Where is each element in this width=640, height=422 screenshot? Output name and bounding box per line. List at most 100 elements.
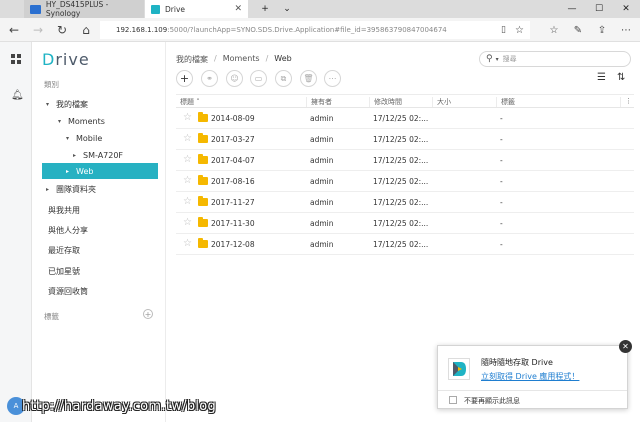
cell-owner: admin	[310, 177, 334, 186]
column-owner[interactable]: 擁有者	[306, 97, 332, 107]
share-icon[interactable]: ⇪	[594, 22, 610, 38]
folder-icon	[198, 154, 208, 164]
create-button[interactable]: +	[176, 70, 193, 87]
more-icon[interactable]: ⋯	[618, 22, 634, 38]
star-icon[interactable]: ☆	[183, 133, 192, 144]
folder-icon	[198, 217, 208, 227]
back-icon[interactable]: ←	[6, 22, 22, 38]
table-row[interactable]: ☆ 2017-08-16 admin 17/12/25 02:... -	[176, 171, 634, 192]
cell-title: 2017-03-27	[211, 135, 255, 144]
list-view-icon[interactable]: ☰	[597, 72, 606, 83]
sidebar-item-0[interactable]: ▾ 我的檔案	[42, 96, 158, 112]
table-row[interactable]: ☆ 2017-11-27 admin 17/12/25 02:... -	[176, 192, 634, 213]
get-app-link[interactable]: 立刻取得 Drive 應用程式！	[481, 371, 579, 382]
search-input[interactable]: ⚲ ▾ 搜尋	[479, 51, 631, 67]
reading-view-icon[interactable]: ▯	[501, 25, 506, 35]
breadcrumb-item[interactable]: Moments	[223, 54, 260, 65]
star-icon[interactable]: ☆	[183, 175, 192, 186]
notification-bell-icon[interactable]: 🔔︎	[11, 90, 24, 101]
cell-modified: 17/12/25 02:...	[373, 240, 429, 249]
sidebar-link-recycle-bin[interactable]: 資源回收筒	[48, 286, 88, 297]
drive-app-notification: ✕ 隨時隨地存取 Drive 立刻取得 Drive 應用程式！ 不要再顯示此訊息	[437, 340, 632, 409]
notes-icon[interactable]: ✎	[570, 22, 586, 38]
url-field[interactable]: 192.168.1.109:5000/?launchApp=SYNO.SDS.D…	[100, 21, 530, 39]
sidebar: Drive 類別 ▾ 我的檔案 ▾ Moments ▾ Mobile ▸ SM-A720F ▸ W…	[32, 42, 166, 422]
caret-right-icon[interactable]: ▸	[46, 186, 56, 193]
sidebar-link-starred[interactable]: 已加星號	[48, 266, 80, 277]
caret-down-icon[interactable]: ▾	[58, 118, 68, 125]
refresh-icon[interactable]: ↻	[54, 22, 70, 38]
minimize-button[interactable]: —	[559, 0, 585, 18]
sidebar-item-1[interactable]: ▾ Moments	[42, 113, 158, 129]
table-row[interactable]: ☆ 2017-12-08 admin 17/12/25 02:... -	[176, 234, 634, 255]
sidebar-link-shared-with-others[interactable]: 與他人分享	[48, 225, 88, 236]
star-icon[interactable]: ☆	[183, 238, 192, 249]
table-row[interactable]: ☆ 2014-08-09 admin 17/12/25 02:... -	[176, 108, 634, 129]
column-modified[interactable]: 修改時間	[369, 97, 402, 107]
sort-icon[interactable]: ⇅	[617, 72, 625, 83]
star-icon[interactable]: ☆	[183, 217, 192, 228]
cell-owner: admin	[310, 219, 334, 228]
browser-tab-drive[interactable]: Drive ✕	[145, 0, 248, 18]
caret-right-icon[interactable]: ▸	[73, 152, 83, 159]
cell-tags: -	[500, 198, 503, 207]
copy-icon[interactable]: ⧉	[275, 70, 292, 87]
favorite-star-icon[interactable]: ☆	[515, 25, 524, 36]
url-host: 192.168.1.109	[116, 26, 168, 34]
cell-modified: 17/12/25 02:...	[373, 156, 429, 165]
home-icon[interactable]: ⌂	[78, 22, 94, 38]
close-window-button[interactable]: ✕	[613, 0, 639, 18]
table-row[interactable]: ☆ 2017-03-27 admin 17/12/25 02:... -	[176, 129, 634, 150]
cell-tags: -	[500, 135, 503, 144]
drive-app-icon	[448, 358, 470, 380]
sidebar-item-label: Web	[76, 166, 94, 176]
column-title[interactable]: 標題 ˄	[176, 97, 200, 107]
close-tab-icon[interactable]: ✕	[234, 4, 242, 14]
sidebar-item-2[interactable]: ▾ Mobile	[42, 130, 158, 146]
search-placeholder: 搜尋	[502, 55, 517, 63]
cell-tags: -	[500, 156, 503, 165]
link-icon[interactable]: ⚭	[201, 70, 218, 87]
close-notification-icon[interactable]: ✕	[619, 340, 632, 353]
caret-right-icon[interactable]: ▸	[66, 168, 76, 175]
folder-icon	[198, 196, 208, 206]
browser-tab-synology[interactable]: HY_DS415PLUS - Synology	[24, 0, 144, 18]
caret-down-icon[interactable]: ▾	[66, 135, 76, 142]
sidebar-item-3[interactable]: ▸ SM-A720F	[42, 147, 158, 163]
sidebar-item-4[interactable]: ▸ Web	[42, 163, 158, 179]
forward-icon[interactable]: →	[30, 22, 46, 38]
dont-show-again-checkbox[interactable]	[449, 396, 457, 404]
column-size[interactable]: 大小	[432, 97, 451, 107]
breadcrumb-item[interactable]: 我的檔案	[176, 54, 208, 65]
more-actions-icon[interactable]: ⋯	[324, 70, 341, 87]
address-bar-row: ← → ↻ ⌂ 192.168.1.109:5000/?launchApp=SY…	[0, 18, 640, 42]
sidebar-item-5[interactable]: ▸ 團隊資料夾	[42, 181, 158, 197]
star-icon[interactable]: ☆	[183, 196, 192, 207]
column-tags[interactable]: 標籤	[496, 97, 515, 107]
drive-logo: Drive	[42, 50, 90, 69]
category-label: 類別	[44, 80, 59, 89]
favorites-hub-icon[interactable]: ☆	[546, 22, 562, 38]
cell-title: 2017-11-27	[211, 198, 255, 207]
search-chevron-icon[interactable]: ▾	[496, 56, 499, 63]
move-folder-icon[interactable]: ▭	[250, 70, 267, 87]
table-row[interactable]: ☆ 2017-11-30 admin 17/12/25 02:... -	[176, 213, 634, 234]
star-icon[interactable]: ☆	[183, 154, 192, 165]
column-menu-icon[interactable]: ⋮	[620, 97, 632, 107]
delete-icon[interactable]: 🗑︎	[300, 70, 317, 87]
star-icon[interactable]: ☆	[183, 112, 192, 123]
maximize-button[interactable]: ☐	[586, 0, 612, 18]
url-path: :5000/?launchApp=SYNO.SDS.Drive.Applicat…	[167, 26, 447, 34]
drive-favicon-icon	[151, 4, 160, 14]
add-tag-icon[interactable]: +	[143, 309, 153, 319]
sidebar-link-recent[interactable]: 最近存取	[48, 245, 80, 256]
synology-favicon-icon	[30, 4, 41, 14]
apps-grid-icon[interactable]	[11, 54, 21, 64]
table-header: 標題 ˄ 擁有者 修改時間 大小 標籤 ⋮	[176, 94, 634, 108]
tab-list-chevron-icon[interactable]: ⌄	[274, 0, 300, 18]
sidebar-link-shared-with-me[interactable]: 與我共用	[48, 205, 80, 216]
tab-title: Drive	[165, 4, 185, 14]
share-user-icon[interactable]: ☺	[226, 70, 243, 87]
caret-down-icon[interactable]: ▾	[46, 101, 56, 108]
table-row[interactable]: ☆ 2017-04-07 admin 17/12/25 02:... -	[176, 150, 634, 171]
